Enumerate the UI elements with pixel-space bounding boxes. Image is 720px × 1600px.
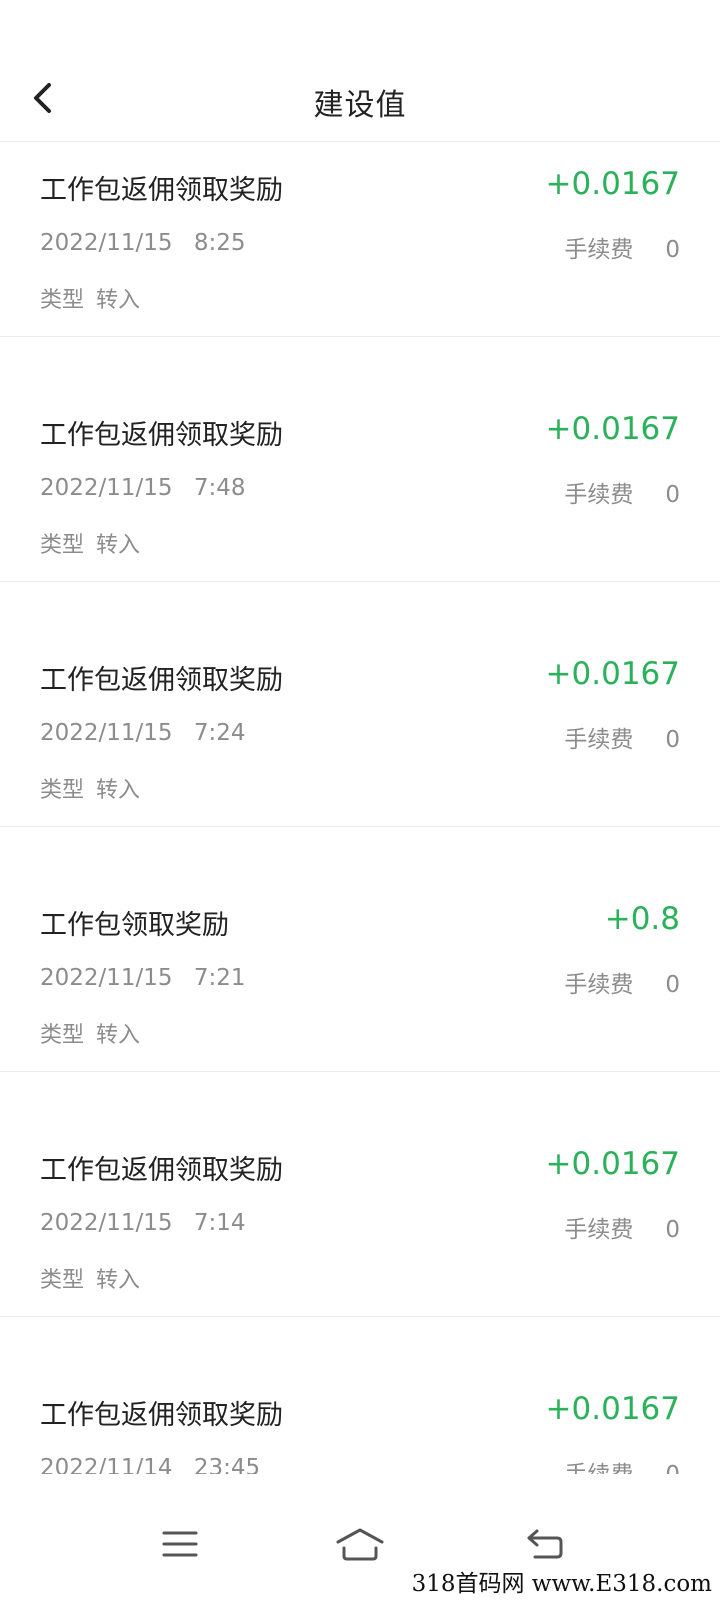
fee-label: 手续费 [564, 482, 634, 508]
record-datetime: 2022/11/15 7:24 [40, 720, 246, 746]
record-datetime: 2022/11/15 7:48 [40, 475, 246, 501]
home-button[interactable] [330, 1514, 390, 1574]
back-arrow-icon [527, 1529, 563, 1559]
record-amount: +0.0167 [545, 1391, 680, 1427]
fee-value: 0 [665, 482, 680, 508]
type-value: 转入 [96, 1268, 141, 1293]
records-list[interactable]: 工作包返佣领取奖励 +0.0167 2022/11/15 8:25 手续费 0 类… [0, 142, 720, 1474]
record-type: 类型 转入 [40, 282, 140, 314]
record-datetime: 2022/11/15 7:14 [40, 1210, 246, 1236]
list-item[interactable]: 工作包返佣领取奖励 +0.0167 2022/11/15 7:24 手续费 0 类… [0, 582, 720, 827]
menu-icon [162, 1531, 198, 1557]
home-icon [336, 1528, 384, 1561]
app-header: 建设值 [0, 60, 720, 142]
record-amount: +0.0167 [545, 411, 680, 447]
fee-value: 0 [665, 972, 680, 998]
record-fee: 手续费 0 [564, 720, 680, 754]
record-amount: +0.0167 [545, 166, 680, 202]
record-fee: 手续费 0 [564, 475, 680, 509]
list-item[interactable]: 工作包返佣领取奖励 +0.0167 2022/11/14 23:45 手续费0 … [0, 1317, 720, 1474]
record-type: 类型 转入 [40, 527, 140, 559]
record-title: 工作包返佣领取奖励 [40, 1400, 283, 1431]
type-value: 转入 [96, 1023, 141, 1048]
fee-label: 手续费 [564, 972, 634, 998]
fee-label: 手续费 [564, 1217, 634, 1243]
type-label: 类型 [40, 288, 85, 313]
list-item[interactable]: 工作包返佣领取奖励 +0.0167 2022/11/15 8:25 手续费 0 类… [0, 142, 720, 337]
record-title: 工作包返佣领取奖励 [40, 665, 283, 696]
type-label: 类型 [40, 533, 85, 558]
record-type: 类型 转入 [40, 1017, 140, 1049]
record-title: 工作包返佣领取奖励 [40, 420, 283, 451]
list-item[interactable]: 工作包返佣领取奖励 +0.0167 2022/11/15 7:14 手续费 0 类… [0, 1072, 720, 1317]
fee-label: 手续费 [564, 237, 634, 263]
record-fee: 手续费 0 [564, 230, 680, 264]
watermark-text: 318首码网 www.E318.com [407, 1564, 716, 1598]
fee-label: 手续费 [564, 1462, 633, 1474]
type-value: 转入 [96, 533, 141, 558]
record-amount: +0.0167 [545, 656, 680, 692]
record-datetime: 2022/11/15 8:25 [40, 230, 246, 256]
type-value: 转入 [96, 288, 141, 313]
record-type: 类型 转入 [40, 1262, 140, 1294]
type-label: 类型 [40, 1268, 85, 1293]
record-fee: 手续费 0 [564, 965, 680, 999]
type-label: 类型 [40, 778, 85, 803]
record-datetime: 2022/11/15 7:21 [40, 965, 246, 991]
record-title: 工作包返佣领取奖励 [40, 175, 283, 206]
list-item[interactable]: 工作包领取奖励 +0.8 2022/11/15 7:21 手续费 0 类型 转入 [0, 827, 720, 1072]
page-title: 建设值 [313, 88, 407, 123]
list-item[interactable]: 工作包返佣领取奖励 +0.0167 2022/11/15 7:48 手续费 0 类… [0, 337, 720, 582]
record-fee: 手续费 0 [564, 1455, 680, 1474]
type-value: 转入 [96, 778, 141, 803]
record-amount: +0.0167 [545, 1146, 680, 1182]
fee-label: 手续费 [564, 727, 634, 753]
type-label: 类型 [40, 1023, 85, 1048]
record-title: 工作包领取奖励 [40, 910, 229, 941]
record-fee: 手续费 0 [564, 1210, 680, 1244]
record-title: 工作包返佣领取奖励 [40, 1155, 283, 1186]
menu-button[interactable] [150, 1514, 210, 1574]
fee-value: 0 [665, 1217, 680, 1243]
record-amount: +0.8 [604, 901, 680, 937]
fee-value: 0 [665, 1462, 680, 1474]
record-type: 类型 转入 [40, 772, 140, 804]
fee-value: 0 [665, 727, 680, 753]
fee-value: 0 [665, 237, 680, 263]
record-datetime: 2022/11/14 23:45 [40, 1455, 261, 1474]
